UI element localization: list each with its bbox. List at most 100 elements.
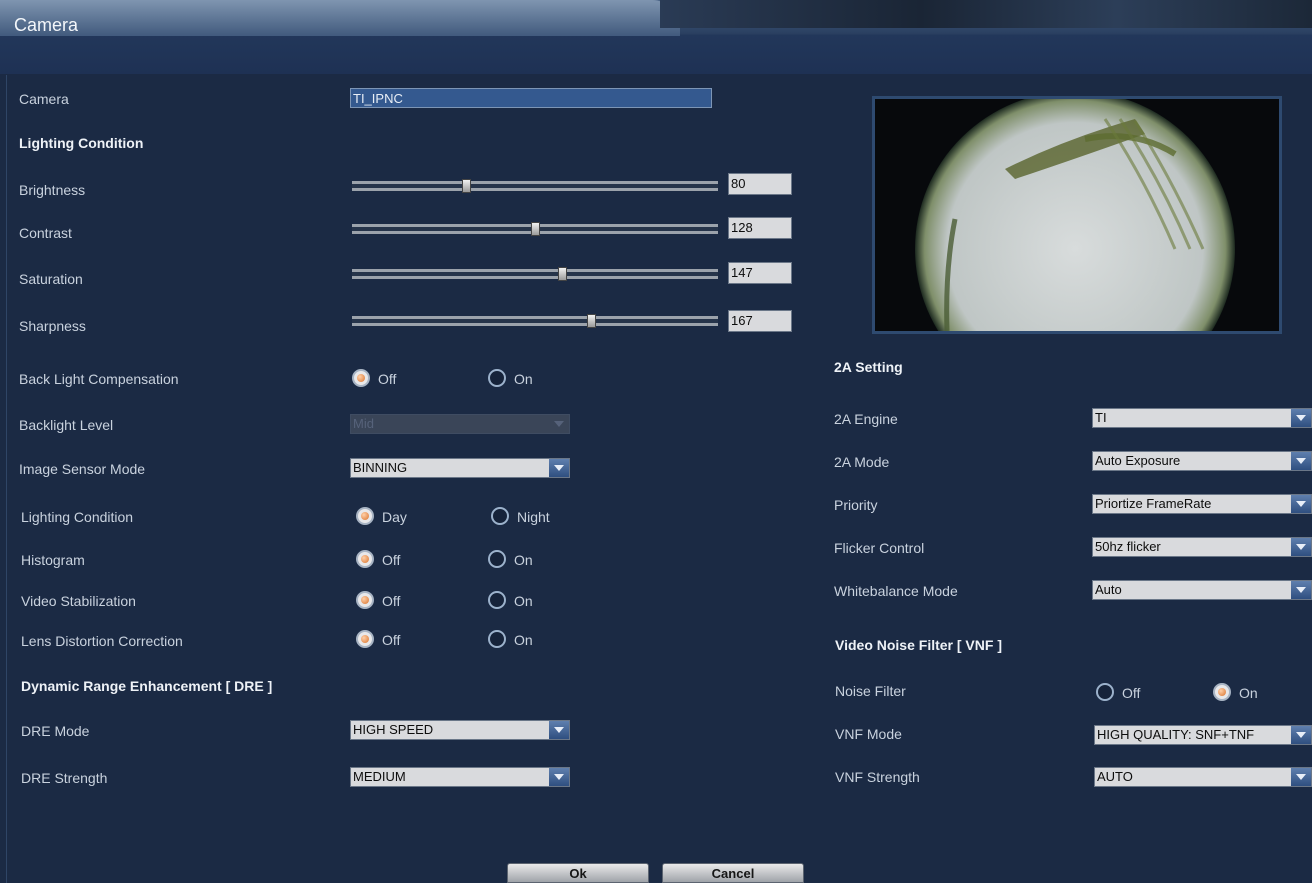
brightness-slider[interactable] <box>352 179 718 193</box>
twoa-engine-label: 2A Engine <box>834 411 898 427</box>
histogram-off-radio[interactable] <box>356 550 374 568</box>
dre-header: Dynamic Range Enhancement [ DRE ] <box>21 678 273 694</box>
priority-select[interactable]: Priortize FrameRate <box>1092 494 1312 514</box>
twoa-setting-header: 2A Setting <box>834 359 903 375</box>
lighting-condition-header: Lighting Condition <box>19 135 144 151</box>
lens-distortion-correction-on-radio[interactable] <box>488 630 506 648</box>
vnf-header: Video Noise Filter [ VNF ] <box>835 637 1002 653</box>
chevron-down-icon <box>549 415 569 433</box>
vnf-strength-value: AUTO <box>1097 769 1133 784</box>
slider-thumb[interactable] <box>530 222 540 236</box>
saturation-label: Saturation <box>19 271 83 287</box>
slider-thumb[interactable] <box>586 314 596 328</box>
lighting-night-radio[interactable] <box>491 507 509 525</box>
lens-distortion-correction-label: Lens Distortion Correction <box>21 633 183 649</box>
dre-strength-label: DRE Strength <box>21 770 108 786</box>
lighting-condition-label: Lighting Condition <box>21 509 134 525</box>
whitebalance-mode-value: Auto <box>1095 582 1122 597</box>
twoa-engine-select[interactable]: TI <box>1092 408 1312 428</box>
noise-filter-off-radio[interactable] <box>1096 683 1114 701</box>
slider-track <box>352 269 718 279</box>
dre-strength-select[interactable]: MEDIUM <box>350 767 570 787</box>
vnf-mode-value: HIGH QUALITY: SNF+TNF <box>1097 727 1255 742</box>
dre-mode-select[interactable]: HIGH SPEED <box>350 720 570 740</box>
flicker-control-value: 50hz flicker <box>1095 539 1161 554</box>
sharpness-value[interactable]: 167 <box>728 310 792 332</box>
contrast-value[interactable]: 128 <box>728 217 792 239</box>
backlight-compensation-off-radio[interactable] <box>352 369 370 387</box>
camera-preview <box>872 96 1282 334</box>
ok-button[interactable]: Ok <box>507 863 649 883</box>
video-stabilization-on-label: On <box>514 593 533 609</box>
brightness-label: Brightness <box>19 182 86 198</box>
sharpness-label: Sharpness <box>19 318 86 334</box>
video-stabilization-label: Video Stabilization <box>21 593 136 609</box>
lighting-day-radio[interactable] <box>356 507 374 525</box>
whitebalance-mode-label: Whitebalance Mode <box>834 583 958 599</box>
slider-track <box>352 316 718 326</box>
priority-label: Priority <box>834 497 878 513</box>
lens-distortion-correction-on-label: On <box>514 632 533 648</box>
twoa-mode-select[interactable]: Auto Exposure <box>1092 451 1312 471</box>
chevron-down-icon[interactable] <box>1291 581 1311 599</box>
video-stabilization-off-label: Off <box>382 593 401 609</box>
noise-filter-on-label: On <box>1239 685 1258 701</box>
backlight-level-select: Mid <box>350 414 570 434</box>
lighting-night-label: Night <box>517 509 550 525</box>
twoa-engine-value: TI <box>1095 410 1107 425</box>
backlight-compensation-on-label: On <box>514 371 533 387</box>
cancel-button[interactable]: Cancel <box>662 863 804 883</box>
vnf-strength-select[interactable]: AUTO <box>1094 767 1312 787</box>
lens-distortion-correction-off-radio[interactable] <box>356 630 374 648</box>
noise-filter-label: Noise Filter <box>835 683 906 699</box>
sharpness-slider[interactable] <box>352 314 718 328</box>
slider-thumb[interactable] <box>557 267 567 281</box>
video-stabilization-off-radio[interactable] <box>356 591 374 609</box>
slider-thumb[interactable] <box>461 179 471 193</box>
brightness-value[interactable]: 80 <box>728 173 792 195</box>
chevron-down-icon[interactable] <box>1291 768 1311 786</box>
backlight-level-value: Mid <box>353 416 374 431</box>
chevron-down-icon[interactable] <box>1291 409 1311 427</box>
slider-track <box>352 181 718 191</box>
contrast-slider[interactable] <box>352 222 718 236</box>
chevron-down-icon[interactable] <box>1291 452 1311 470</box>
noise-filter-on-radio[interactable] <box>1213 683 1231 701</box>
image-sensor-mode-value: BINNING <box>353 460 408 475</box>
twoa-mode-value: Auto Exposure <box>1095 453 1181 468</box>
window-title: Camera <box>14 15 79 35</box>
flicker-control-label: Flicker Control <box>834 540 925 556</box>
backlight-compensation-off-label: Off <box>378 371 397 387</box>
chevron-down-icon[interactable] <box>549 768 569 786</box>
saturation-value[interactable]: 147 <box>728 262 792 284</box>
camera-label: Camera <box>19 91 69 107</box>
backlight-compensation-on-radio[interactable] <box>488 369 506 387</box>
contrast-label: Contrast <box>19 225 72 241</box>
histogram-on-radio[interactable] <box>488 550 506 568</box>
chevron-down-icon[interactable] <box>549 459 569 477</box>
whitebalance-mode-select[interactable]: Auto <box>1092 580 1312 600</box>
dre-mode-value: HIGH SPEED <box>353 722 434 737</box>
twoa-mode-label: 2A Mode <box>834 454 890 470</box>
backlight-level-label: Backlight Level <box>19 417 114 433</box>
histogram-on-label: On <box>514 552 533 568</box>
vnf-mode-select[interactable]: HIGH QUALITY: SNF+TNF <box>1094 725 1312 745</box>
histogram-label: Histogram <box>21 552 85 568</box>
priority-value: Priortize FrameRate <box>1095 496 1212 511</box>
camera-preview-image <box>875 99 1279 331</box>
chevron-down-icon[interactable] <box>1291 538 1311 556</box>
noise-filter-off-label: Off <box>1122 685 1141 701</box>
chevron-down-icon[interactable] <box>549 721 569 739</box>
flicker-control-select[interactable]: 50hz flicker <box>1092 537 1312 557</box>
chevron-down-icon[interactable] <box>1291 495 1311 513</box>
camera-name-input[interactable]: TI_IPNC <box>350 88 712 108</box>
chevron-down-icon[interactable] <box>1291 726 1311 744</box>
lens-distortion-correction-off-label: Off <box>382 632 401 648</box>
saturation-slider[interactable] <box>352 267 718 281</box>
video-stabilization-on-radio[interactable] <box>488 591 506 609</box>
vnf-strength-label: VNF Strength <box>835 769 920 785</box>
title-decoration <box>660 0 1312 28</box>
image-sensor-mode-select[interactable]: BINNING <box>350 458 570 478</box>
title-tab <box>0 0 680 36</box>
dre-strength-value: MEDIUM <box>353 769 406 784</box>
